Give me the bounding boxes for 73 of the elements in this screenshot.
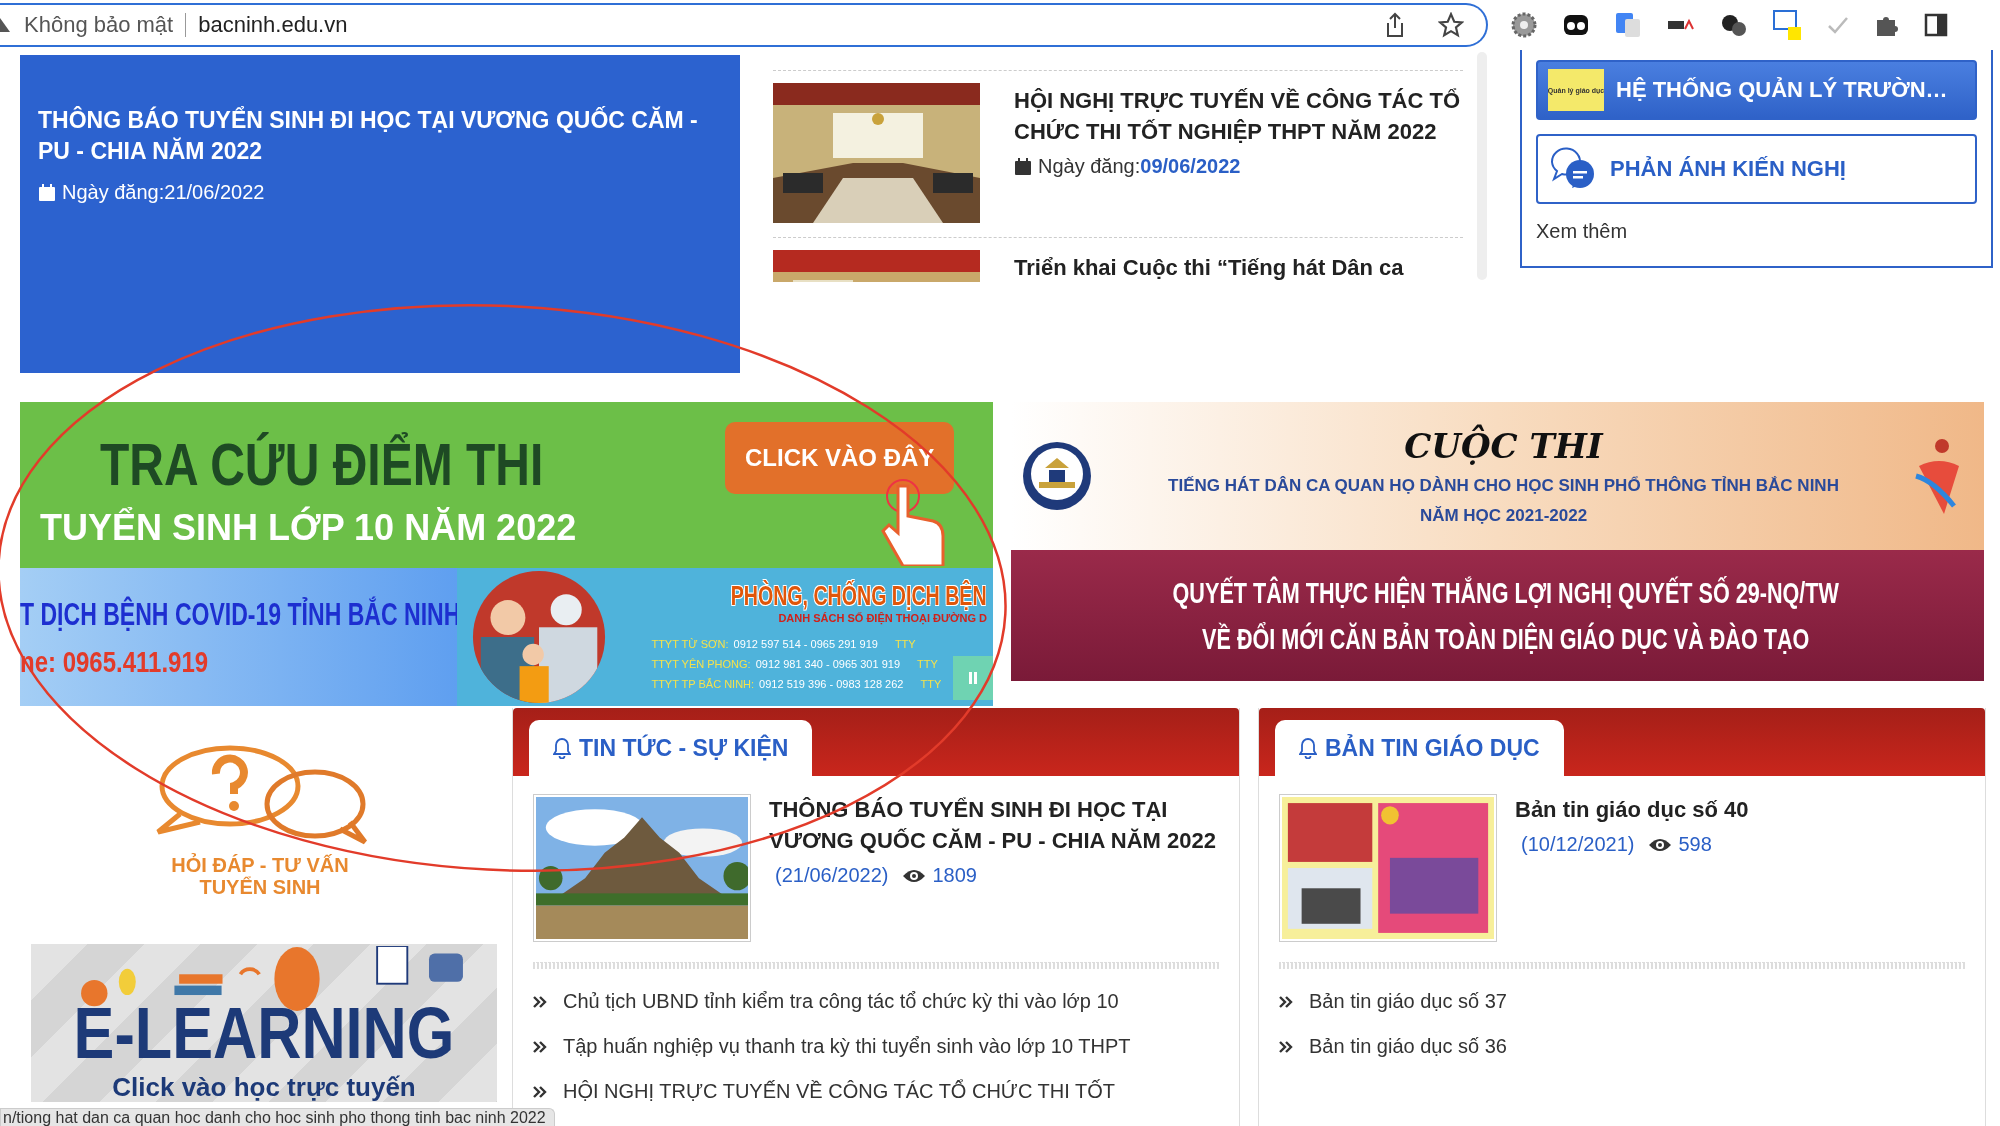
calendar-icon	[38, 183, 56, 202]
article-link[interactable]: Bản tin giáo dục số 37	[1309, 990, 1507, 1013]
slogan-line: QUYẾT TÂM THỰC HIỆN THẮNG LỢI NGHỊ QUYẾT SỐ 29-NQ/TW	[1172, 574, 1839, 611]
pause-button[interactable]	[953, 656, 993, 700]
calendar-icon	[1014, 157, 1032, 176]
bell-icon	[553, 737, 571, 759]
phone-numbers: 0912 981 340 - 0965 301 919	[755, 657, 900, 672]
banner-subtitle: Click vào học trực tuyến	[112, 1072, 416, 1102]
view-count: 1809	[932, 864, 977, 887]
double-chevron-icon	[533, 1084, 547, 1099]
eye-icon	[902, 867, 927, 884]
logo-text: HỎI ĐÁP - TƯ VẤN	[171, 854, 349, 876]
phone-unit: TTYT YÊN PHONG:	[651, 657, 751, 672]
article-title[interactable]: Bản tin giáo dục số 40	[1515, 794, 1749, 825]
more-link[interactable]: Xem thêm	[1536, 220, 1977, 243]
post-date-label: Ngày đăng:	[1038, 155, 1141, 178]
featured-title[interactable]: THÔNG BÁO TUYỂN SINH ĐI HỌC TẠI VƯƠNG QUỐC CĂM - PU - CHIA NĂM 2022	[38, 105, 722, 167]
banner-subtitle: DANH SÁCH SỐ ĐIỆN THOẠI ĐƯỜNG D	[778, 612, 987, 624]
phone-unit: TTY	[920, 677, 942, 692]
phone-numbers: 0912 519 396 - 0983 128 262	[759, 677, 904, 692]
featured-card[interactable]: THÔNG BÁO TUYỂN SINH ĐI HỌC TẠI VƯƠNG QUỐC CĂM - PU - CHIA NĂM 2022 Ngày đăng:21/06/2022	[20, 55, 740, 373]
logo-text: TUYỂN SINH	[199, 876, 321, 898]
banner-subtitle: TUYỂN SINH LỚP 10 NĂM 2022	[40, 508, 577, 548]
phone-numbers: 0912 597 514 - 0965 291 919	[733, 637, 878, 652]
banner-title: E-LEARNING	[73, 996, 455, 1070]
banner-headline: T DỊCH BỆNH COVID-19 TỈNH BẮC NINH	[20, 595, 458, 633]
panel-tab[interactable]: TIN TỨC - SỰ KIỆN	[529, 720, 813, 776]
article-link[interactable]: HỘI NGHỊ TRỰC TUYẾN VỀ CÔNG TÁC TỔ CHỨC THI TỐT	[563, 1080, 1115, 1103]
panel-tab[interactable]: BẢN TIN GIÁO DỤC	[1275, 720, 1564, 776]
elearning-banner[interactable]: E-LEARNING Click vào học trực tuyến	[31, 944, 497, 1102]
article-link[interactable]: Bản tin giáo dục số 36	[1309, 1035, 1507, 1058]
double-chevron-icon	[533, 1039, 547, 1054]
panel-title: TIN TỨC - SỰ KIỆN	[579, 734, 789, 762]
post-date: 09/06/2022	[1140, 155, 1241, 178]
banner-subtitle: TIẾNG HÁT DÂN CA QUAN HỌ DÀNH CHO HỌC SINH PHỔ THÔNG TỈNH BẮC NINH	[1168, 476, 1839, 496]
panel-title: BẢN TIN GIÁO DỤC	[1325, 734, 1540, 762]
slogan-line: VỀ ĐỔI MỚI CĂN BẢN TOÀN DIỆN GIÁO DỤC VÀ ĐÀO TẠO	[1202, 620, 1810, 657]
star-icon[interactable]	[1438, 12, 1464, 38]
phone-unit: TTYT TỪ SƠN:	[651, 637, 729, 652]
pause-icon	[968, 672, 978, 684]
banner-title: CUỘC THI	[1404, 426, 1603, 466]
status-bar-url: n/tiong hat dan ca quan hoc danh cho hoc sinh pho thong tinh bac ninh 2022	[0, 1108, 555, 1126]
eye-icon	[1648, 836, 1673, 853]
sidebar-icon[interactable]	[1924, 13, 1948, 37]
news-title[interactable]: Triển khai Cuộc thi “Tiếng hát Dân ca	[1014, 252, 1404, 282]
security-label: Không bảo mật	[24, 12, 174, 38]
banner-title: PHÒNG, CHỐNG DỊCH BỆN	[731, 580, 987, 612]
double-chevron-icon	[533, 994, 547, 1009]
banner-title: TRA CỨU ĐIỂM THI	[100, 430, 544, 500]
post-date: Ngày đăng:21/06/2022	[62, 181, 265, 204]
school-seal-icon	[1021, 440, 1093, 512]
bell-icon	[1299, 737, 1317, 759]
article-date: (21/06/2022)	[775, 864, 889, 887]
warning-icon[interactable]	[0, 16, 12, 34]
phone-unit: TTY	[917, 657, 938, 672]
address-url[interactable]: bacninh.edu.vn	[198, 12, 348, 38]
resolution-banner[interactable]: QUYẾT TÂM THỰC HIỆN THẮNG LỢI NGHỊ QUYẾT SỐ 29-NQ/TW VỀ ĐỔI MỚI CĂN BẢN TOÀN DIỆN GIÁO DỤC VÀ ĐÀO TẠO	[1011, 550, 1984, 681]
double-chevron-icon	[1279, 994, 1293, 1009]
article-link[interactable]: Chủ tịch UBND tỉnh kiểm tra công tác tổ chức kỳ thi vào lớp 10	[563, 990, 1119, 1013]
view-count: 598	[1678, 833, 1712, 856]
share-icon[interactable]	[1384, 12, 1406, 38]
news-title[interactable]: HỘI NGHỊ TRỰC TUYẾN VỀ CÔNG TÁC TỔ CHỨC THI TỐT NGHIỆP THPT NĂM 2022	[1014, 85, 1463, 147]
article-date: (10/12/2021)	[1521, 833, 1635, 856]
article-link[interactable]: Tập huấn nghiệp vụ thanh tra kỳ thi tuyển sinh vào lớp 10 THPT	[563, 1035, 1131, 1058]
dictionary-icon[interactable]	[1772, 9, 1802, 41]
translate-icon[interactable]	[1614, 11, 1642, 39]
exam-banner[interactable]: TRA CỨU ĐIỂM THI TUYỂN SINH LỚP 10 NĂM 2022 CLICK VÀO ĐÂY	[20, 402, 993, 568]
phone-unit: TTY	[894, 637, 916, 652]
quick-link-button[interactable]: PHẢN ÁNH KIẾN NGHỊ	[1536, 134, 1977, 204]
phone-unit: TTYT TP BẮC NINH:	[651, 677, 755, 692]
gear-icon[interactable]	[1510, 11, 1538, 39]
school-year: NĂM HỌC 2021-2022	[1419, 506, 1588, 526]
double-chevron-icon	[1279, 1039, 1293, 1054]
